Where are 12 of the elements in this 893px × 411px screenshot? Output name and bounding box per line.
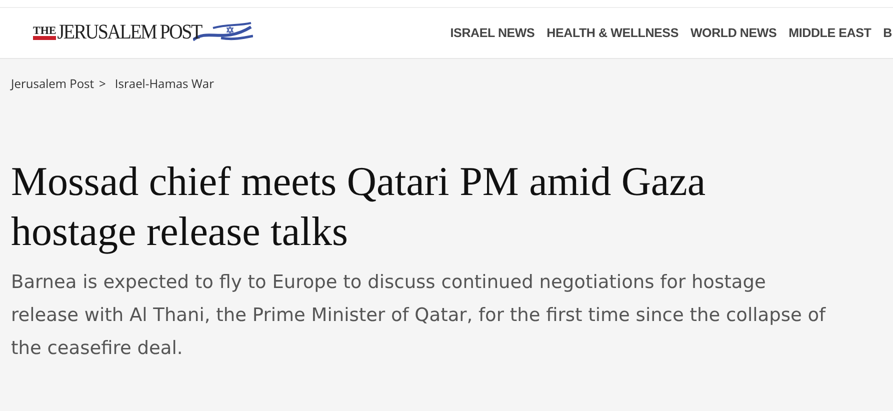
- breadcrumb-link[interactable]: Jerusalem Post: [11, 75, 94, 92]
- nav-link[interactable]: HEALTH & WELLNESS: [546, 26, 678, 40]
- logo-prefix: THE: [33, 26, 56, 40]
- nav-link[interactable]: MIDDLE EAST: [788, 26, 872, 40]
- nav-link[interactable]: B: [883, 26, 892, 40]
- nav-link[interactable]: ISRAEL NEWS: [450, 26, 535, 40]
- nav-link[interactable]: WORLD NEWS: [690, 26, 777, 40]
- article-title: Mossad chief meets Qatari PM amid Gaza hostage release talks: [11, 157, 707, 256]
- breadcrumb-separator: >: [99, 75, 106, 92]
- article-subtitle: Barnea is expected to fly to Europe to discuss continued negotiations for hostage release with Al Thani, the Prime Minister of Qatar, for the first time since the collapse of the ceasefire deal.: [11, 271, 827, 361]
- breadcrumb-link[interactable]: Israel-Hamas War: [114, 75, 214, 92]
- logo-name: JERUSALEM POST: [57, 20, 202, 46]
